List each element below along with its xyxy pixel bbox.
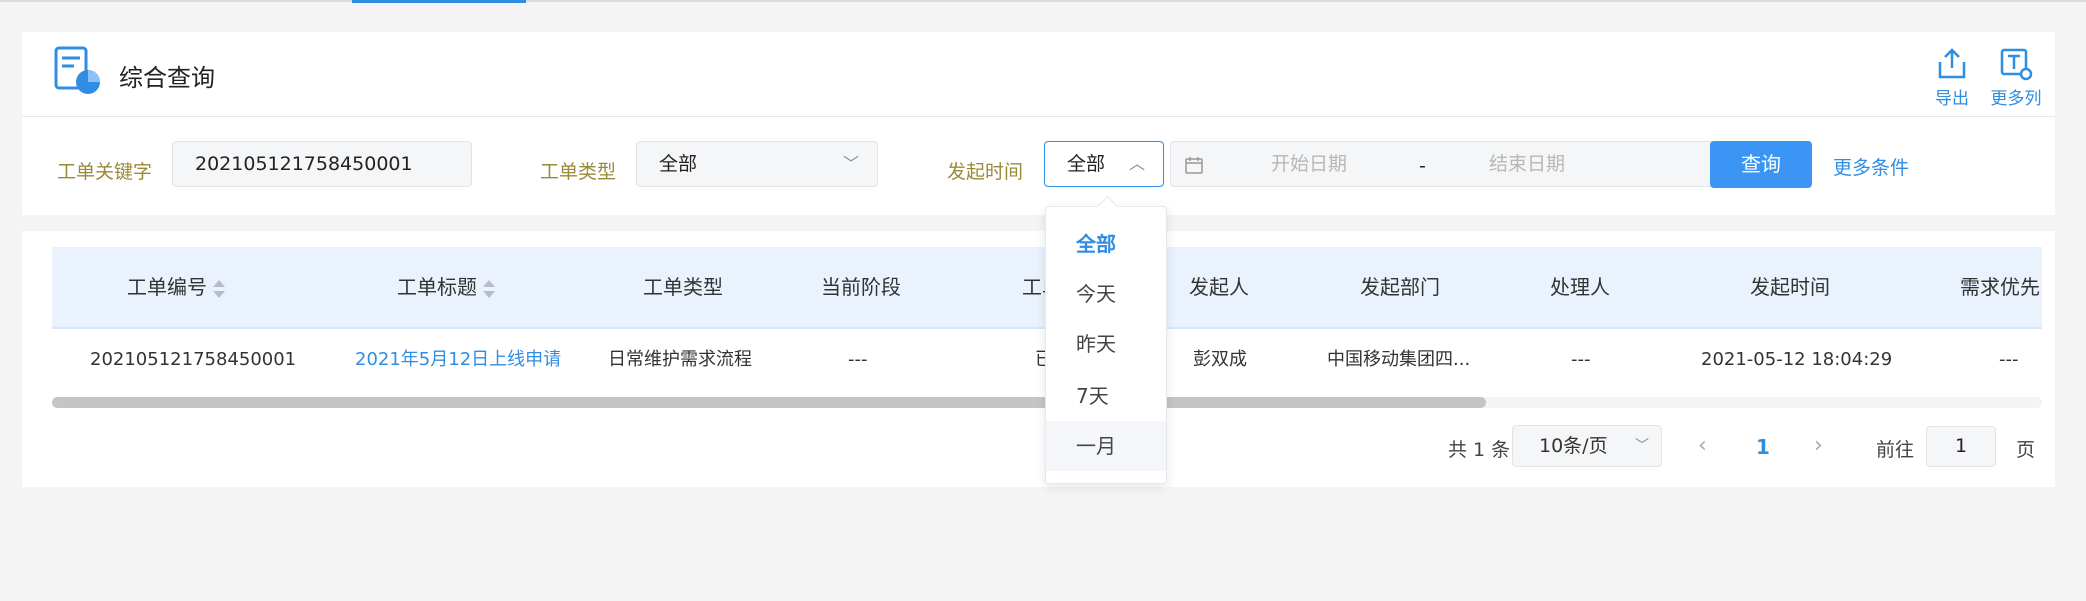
chevron-down-icon: ﹀ [842,154,859,173]
start-date-input[interactable]: 开始日期 [1271,142,1347,186]
column-settings-icon [2000,48,2033,81]
report-chart-icon [54,46,100,94]
column-header-label: 工单标题 [397,275,477,299]
query-button[interactable]: 查询 [1710,141,1812,188]
time-option-month[interactable]: 一月 [1046,421,1166,471]
cell-handler: --- [1571,349,1591,370]
chevron-down-icon: ﹀ [1635,438,1649,454]
page-title: 综合查询 [119,64,215,92]
sort-icon[interactable] [213,279,225,299]
cell-initiator: 彭双成 [1193,349,1247,370]
result-table: 工单编号 工单标题 工单类型 当前阶段 工单 发起人 发起部门 处理人 发起时间… [22,231,2055,487]
cell-stage: --- [848,349,868,370]
column-header-time: 发起时间 [1750,275,1830,299]
column-header-label: 工单编号 [127,275,207,299]
prev-page-button[interactable]: ‹ [1698,433,1707,458]
active-tab-indicator [352,0,526,3]
next-page-button[interactable]: › [1814,433,1823,458]
cell-priority: --- [1999,349,2019,370]
calendar-icon [1185,157,1203,174]
type-label: 工单类型 [540,161,617,183]
time-option-7days[interactable]: 7天 [1046,371,1166,421]
keyword-input[interactable]: 202105121758450001 [172,141,472,187]
time-option-today[interactable]: 今天 [1046,269,1166,319]
date-range-picker[interactable]: 开始日期 - 结束日期 [1170,141,1716,187]
time-select[interactable]: 全部 ︿ [1044,141,1164,187]
cell-department: 中国移动集团四... [1327,349,1471,370]
column-header-initiator: 发起人 [1189,275,1249,299]
more-columns-button[interactable]: 更多列 [1986,46,2046,109]
column-header-stage: 当前阶段 [821,275,901,299]
keyword-label: 工单关键字 [57,161,153,183]
page-size-value: 10条/页 [1539,435,1608,457]
goto-label: 前往 [1876,439,1915,461]
column-header-id[interactable]: 工单编号 [127,247,225,327]
column-header-title[interactable]: 工单标题 [397,247,495,327]
column-header-type: 工单类型 [643,275,723,299]
type-select-value: 全部 [659,153,698,175]
export-button[interactable]: 导出 [1922,46,1982,109]
time-label: 发起时间 [947,161,1024,183]
total-count: 共 1 条 [1448,439,1511,461]
top-tab-bar [0,0,2086,2]
goto-page-input[interactable]: 1 [1926,426,1996,467]
cell-id: 202105121758450001 [90,349,297,370]
time-option-all[interactable]: 全部 [1046,219,1166,269]
column-header-handler: 处理人 [1550,275,1610,299]
cell-time: 2021-05-12 18:04:29 [1701,349,1893,370]
current-page[interactable]: 1 [1756,435,1770,459]
column-header-department: 发起部门 [1360,275,1440,299]
filter-bar: 工单关键字 202105121758450001 工单类型 全部 ﹀ 发起时间 … [22,117,2055,215]
goto-suffix: 页 [2016,439,2036,461]
date-range-separator: - [1419,155,1426,177]
type-select[interactable]: 全部 ﹀ [636,141,878,187]
column-header-priority: 需求优先 [1960,275,2040,299]
time-dropdown: 全部 今天 昨天 7天 一月 [1045,195,1167,484]
export-icon [1938,48,1966,79]
export-label: 导出 [1935,89,1969,109]
time-select-value: 全部 [1067,153,1106,175]
page-header: 综合查询 导出 更多列 [22,32,2055,117]
chevron-up-icon: ︿ [1128,154,1145,173]
end-date-input[interactable]: 结束日期 [1489,142,1565,186]
cell-type: 日常维护需求流程 [608,349,752,370]
cell-title-link[interactable]: 2021年5月12日上线申请 [355,329,561,391]
more-columns-label: 更多列 [1990,89,2042,109]
sort-icon[interactable] [483,279,495,299]
horizontal-scrollbar-thumb[interactable] [52,397,1486,408]
time-option-yesterday[interactable]: 昨天 [1046,319,1166,369]
page-size-select[interactable]: 10条/页 ﹀ [1512,425,1662,467]
more-conditions-link[interactable]: 更多条件 [1833,153,1909,180]
